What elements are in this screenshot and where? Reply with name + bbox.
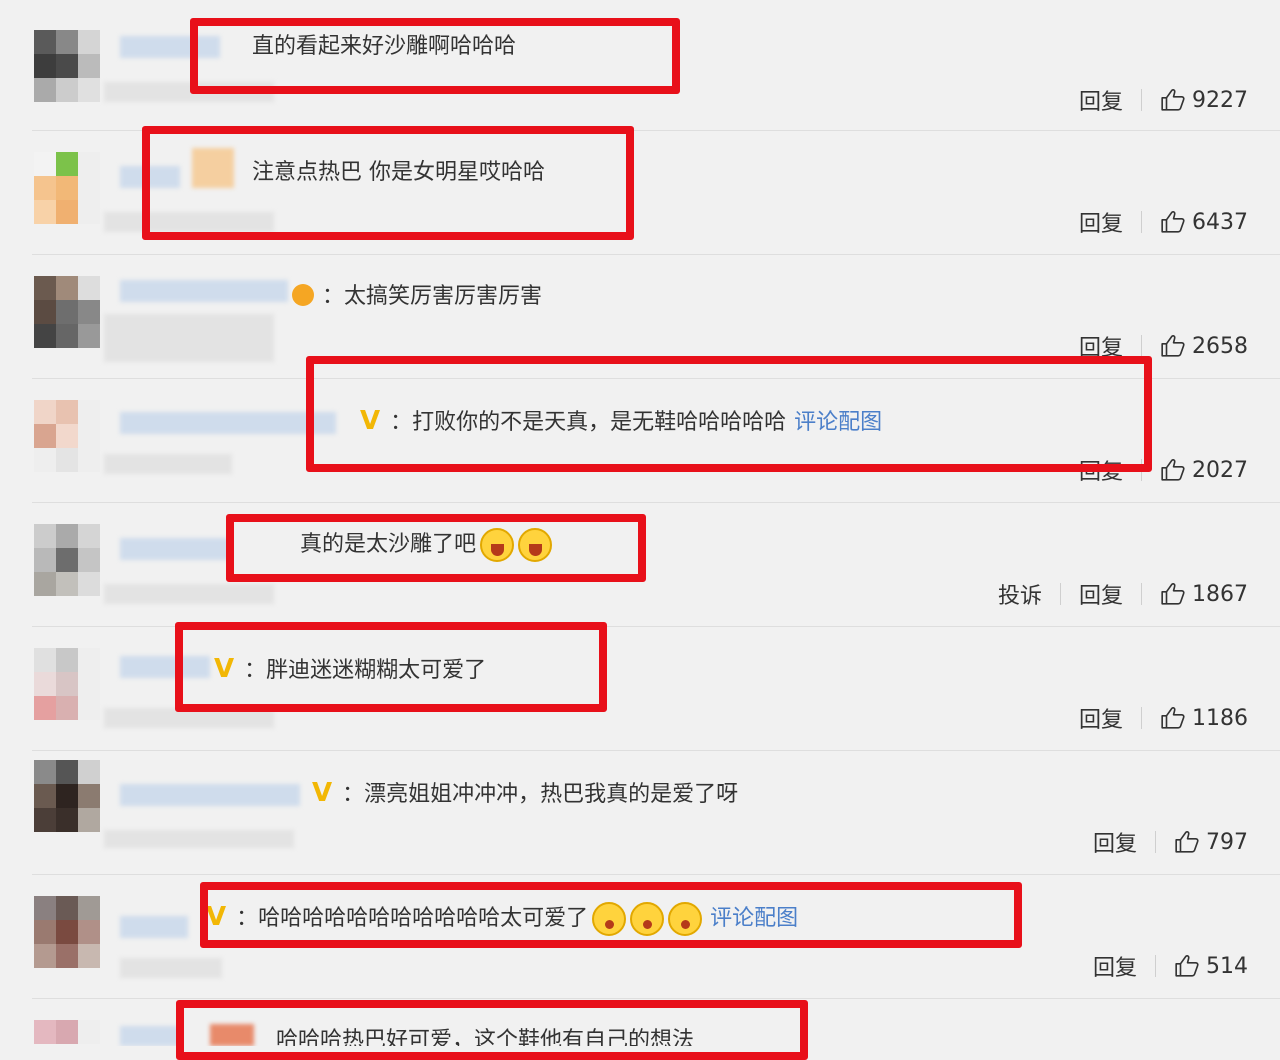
divider [1059, 583, 1061, 605]
like-count: 6437 [1192, 209, 1248, 235]
comment-actions: 回复 514 [1093, 950, 1248, 982]
divider [1141, 211, 1142, 233]
highlight-box [176, 1000, 808, 1060]
blurred-username[interactable] [120, 1026, 180, 1046]
avatar[interactable] [34, 760, 100, 832]
reply-button[interactable]: 回复 [1079, 702, 1123, 734]
comment-actions: 投诉 回复 1867 [998, 578, 1248, 610]
thumbs-up-icon [1175, 831, 1199, 853]
divider [32, 254, 1280, 255]
comment-actions: 回复 1186 [1079, 702, 1248, 734]
thumbs-up-icon [1161, 335, 1185, 357]
divider [32, 998, 1280, 999]
divider [32, 874, 1280, 875]
like-button[interactable]: 1867 [1160, 581, 1248, 607]
avatar[interactable] [34, 30, 100, 102]
divider [32, 750, 1280, 751]
avatar[interactable] [34, 524, 100, 596]
divider [1141, 89, 1142, 111]
divider [1155, 955, 1156, 977]
thumbs-up-icon [1161, 707, 1185, 729]
like-count: 514 [1206, 953, 1248, 979]
thumbs-up-icon [1175, 955, 1199, 977]
like-count: 2027 [1192, 457, 1248, 483]
like-button[interactable]: 2658 [1160, 333, 1248, 359]
reply-button[interactable]: 回复 [1093, 950, 1137, 982]
comment-actions: 回复 6437 [1079, 206, 1248, 238]
reply-button[interactable]: 回复 [1079, 206, 1123, 238]
divider [1141, 707, 1142, 729]
like-count: 1186 [1192, 705, 1248, 731]
like-button[interactable]: 797 [1174, 829, 1248, 855]
thumbs-up-icon [1161, 89, 1185, 111]
vip-badge: V [312, 778, 333, 808]
avatar[interactable] [34, 276, 100, 348]
divider [1155, 831, 1156, 853]
thumbs-up-icon [1161, 459, 1185, 481]
report-button[interactable]: 投诉 [998, 578, 1042, 610]
highlight-box [175, 622, 607, 712]
avatar[interactable] [34, 648, 100, 720]
blurred-username[interactable] [120, 538, 230, 560]
like-count: 2658 [1192, 333, 1248, 359]
divider [32, 502, 1280, 503]
like-count: 9227 [1192, 87, 1248, 113]
thumbs-up-icon [1161, 211, 1185, 233]
blurred-meta [104, 584, 274, 604]
reply-button[interactable]: 回复 [1093, 826, 1137, 858]
like-button[interactable]: 1186 [1160, 705, 1248, 731]
like-count: 1867 [1192, 581, 1248, 607]
highlight-box [200, 882, 1022, 948]
reply-button[interactable]: 回复 [1079, 84, 1123, 116]
avatar[interactable] [34, 1020, 100, 1046]
like-button[interactable]: 6437 [1160, 209, 1248, 235]
comment-item: V ：漂亮姐姐冲冲冲，热巴我真的是爱了呀 回复 797 [0, 750, 1280, 874]
like-button[interactable]: 2027 [1160, 457, 1248, 483]
reply-button[interactable]: 回复 [1079, 578, 1123, 610]
divider [1141, 583, 1142, 605]
blurred-meta [104, 830, 294, 848]
comment-actions: 回复 797 [1093, 826, 1248, 858]
blurred-username[interactable] [120, 412, 336, 434]
blurred-username[interactable] [120, 280, 288, 302]
blurred-meta [120, 958, 222, 978]
avatar[interactable] [34, 896, 100, 968]
highlight-box [190, 18, 680, 94]
blurred-username[interactable] [120, 916, 188, 938]
divider [1141, 335, 1142, 357]
like-count: 797 [1206, 829, 1248, 855]
highlight-box [226, 514, 646, 582]
colon: ： [322, 284, 345, 309]
colon: ： [342, 782, 365, 807]
avatar[interactable] [34, 400, 100, 472]
crown-badge-icon [292, 284, 314, 306]
comment-actions: 回复 9227 [1079, 84, 1248, 116]
comment-text: ：太搞笑厉害厉害厉害 [292, 282, 542, 312]
like-button[interactable]: 9227 [1160, 87, 1248, 113]
blurred-username[interactable] [120, 784, 300, 806]
blurred-meta [104, 314, 274, 362]
like-button[interactable]: 514 [1174, 953, 1248, 979]
blurred-meta [104, 454, 232, 474]
avatar[interactable] [34, 152, 100, 224]
comment-text: V ：漂亮姐姐冲冲冲，热巴我真的是爱了呀 [312, 778, 739, 808]
highlight-box [306, 356, 1152, 472]
thumbs-up-icon [1161, 583, 1185, 605]
highlight-box [142, 126, 634, 240]
